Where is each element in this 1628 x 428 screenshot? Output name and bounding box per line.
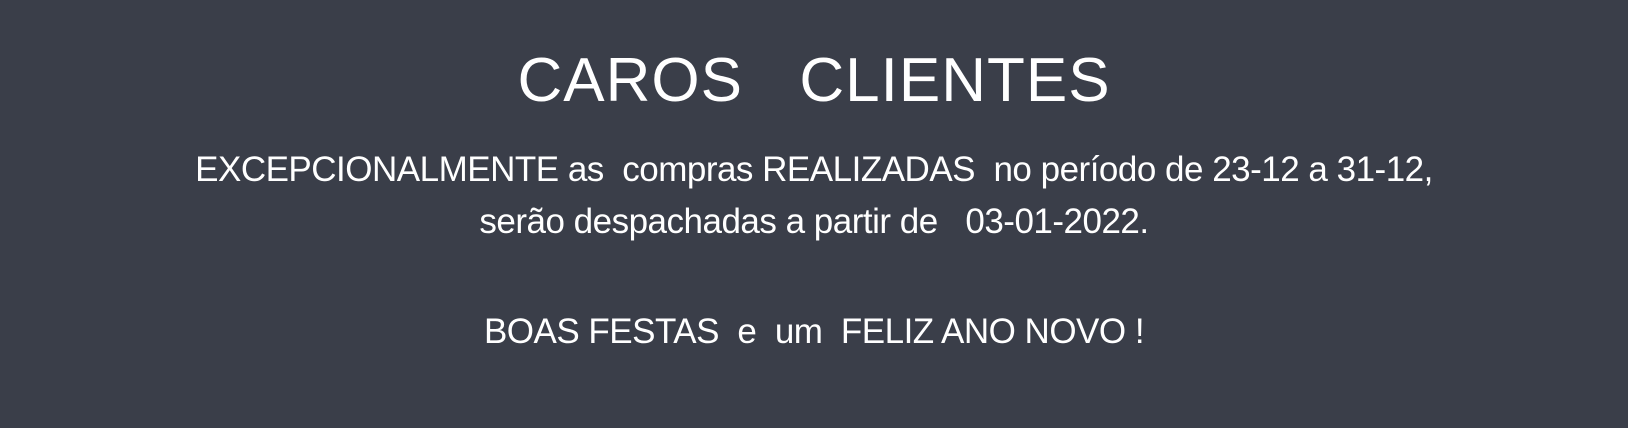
shipping-notice-line-1: EXCEPCIONALMENTE as compras REALIZADAS n…: [195, 150, 1433, 189]
holiday-greeting: BOAS FESTAS e um FELIZ ANO NOVO !: [483, 312, 1145, 351]
holiday-notice-banner: CAROS CLIENTES EXCEPCIONALMENTE as compr…: [0, 0, 1628, 428]
banner-title: CAROS CLIENTES: [517, 46, 1111, 115]
shipping-notice-line-2: serão despachadas a partir de 03-01-2022…: [479, 202, 1149, 241]
